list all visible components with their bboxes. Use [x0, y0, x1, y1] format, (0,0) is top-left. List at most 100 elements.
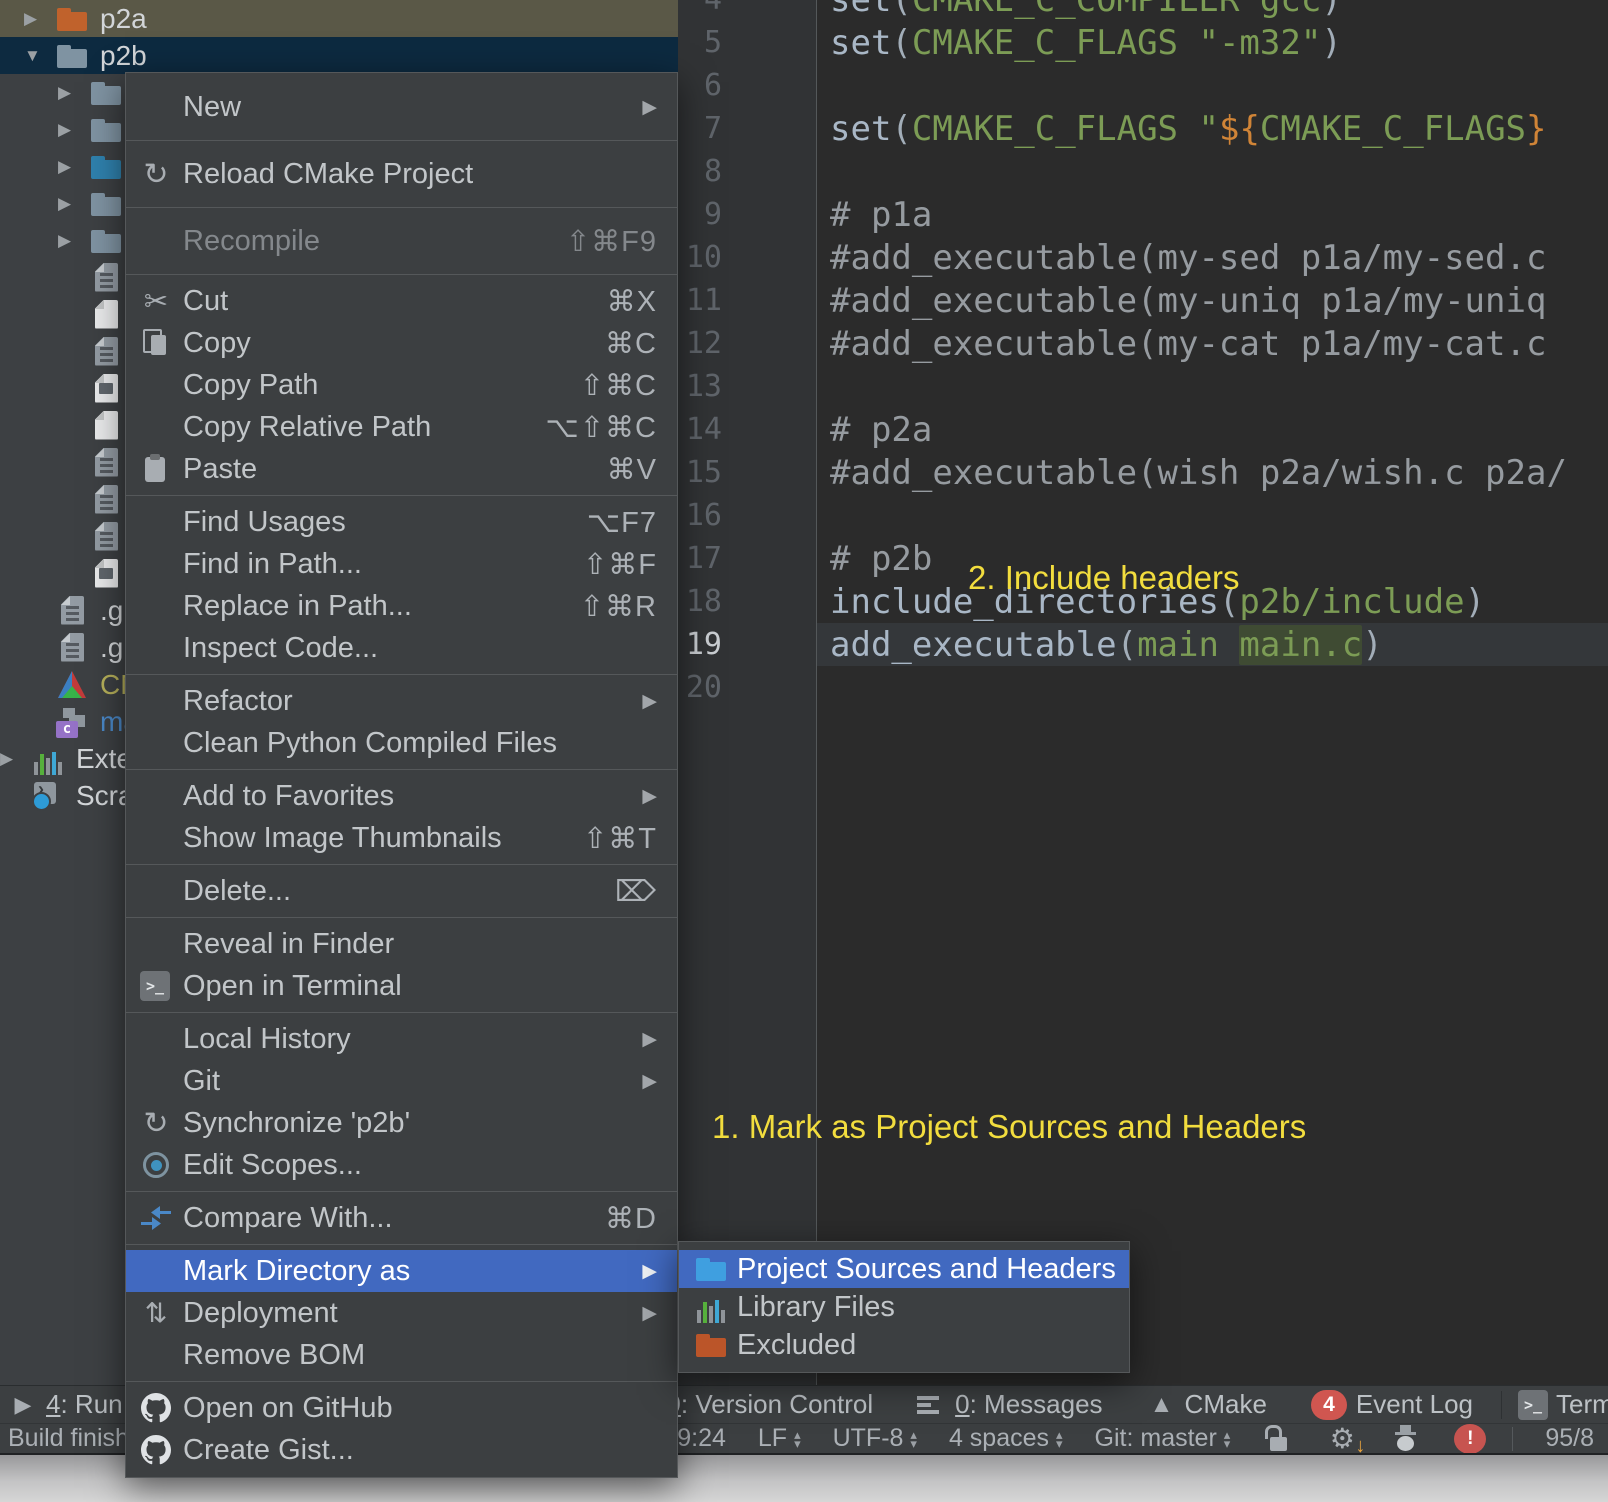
menu-item-replace-in-path[interactable]: Replace in Path...⇧⌘R [126, 585, 677, 627]
tool-window-messages[interactable]: 0: Messages [917, 1389, 1102, 1420]
tool-window-event-log[interactable]: 4Event Log [1311, 1389, 1473, 1420]
line-number: 8 [678, 154, 722, 189]
indent-select[interactable]: 4 spaces ▴▾ [949, 1424, 1063, 1453]
code-text: set(CMAKE_C_COMPILER gcc) [830, 0, 1342, 20]
status-error-circle[interactable]: ! [1454, 1424, 1486, 1454]
status-hector[interactable] [1390, 1424, 1422, 1454]
tool-window-terminal[interactable]: >_Term [1518, 1389, 1608, 1420]
collapse-arrow-icon[interactable]: ▼ [24, 46, 56, 66]
menu-item-clean-python-compiled-files[interactable]: Clean Python Compiled Files [126, 722, 677, 764]
code-line-19[interactable]: 19add_executable(main main.c) [678, 623, 1608, 666]
code-line-9[interactable]: 9# p1a [678, 193, 1608, 236]
menu-item-recompile: Recompile⇧⌘F9 [126, 213, 677, 269]
menu-separator [126, 864, 677, 865]
menu-item-git[interactable]: Git▶ [126, 1060, 677, 1102]
menu-item-show-image-thumbnails[interactable]: Show Image Thumbnails⇧⌘T [126, 817, 677, 859]
tool-window-label: Term [1556, 1389, 1608, 1420]
encoding-select[interactable]: UTF-8▴▾ [833, 1424, 917, 1453]
menu-item-create-gist[interactable]: Create Gist... [126, 1429, 677, 1471]
cmake-monochrome-icon: ▲ [1147, 1390, 1177, 1420]
tree-row-p2b[interactable]: ▼p2b [0, 37, 678, 74]
tool-window-run[interactable]: ▶4: Run [8, 1389, 123, 1420]
menu-item-delete[interactable]: Delete...⌦ [126, 870, 677, 912]
expand-arrow-icon[interactable]: ▶ [0, 749, 32, 769]
menu-item-shortcut: ⌥F7 [587, 505, 657, 540]
line-separator-select[interactable]: LF▴▾ [758, 1424, 801, 1453]
code-line-15[interactable]: 15#add_executable(wish p2a/wish.c p2a/ [678, 451, 1608, 494]
menu-item-reload-cmake-project[interactable]: ↻Reload CMake Project [126, 146, 677, 202]
menu-item-add-to-favorites[interactable]: Add to Favorites▶ [126, 775, 677, 817]
expand-arrow-icon[interactable]: ▶ [58, 120, 90, 140]
menu-item-cut[interactable]: ✂Cut⌘X [126, 280, 677, 322]
line-number: 9 [678, 197, 722, 232]
code-line-14[interactable]: 14# p2a [678, 408, 1608, 451]
menu-item-open-on-github[interactable]: Open on GitHub [126, 1387, 677, 1429]
menu-item-remove-bom[interactable]: Remove BOM [126, 1334, 677, 1376]
code-line-7[interactable]: 7set(CMAKE_C_FLAGS "${CMAKE_C_FLAGS} [678, 107, 1608, 150]
menu-item-reveal-in-finder[interactable]: Reveal in Finder [126, 923, 677, 965]
submenu-item-project-sources-and-headers[interactable]: Project Sources and Headers [679, 1250, 1129, 1288]
code-line-4[interactable]: 4set(CMAKE_C_COMPILER gcc) [678, 0, 1608, 21]
tool-window-cmake[interactable]: ▲CMake [1147, 1389, 1267, 1420]
expand-arrow-icon[interactable]: ▶ [58, 194, 90, 214]
file-text-icon [56, 632, 88, 664]
git-branch-select[interactable]: Git: master▴▾ [1095, 1424, 1231, 1453]
menu-item-compare-with[interactable]: Compare With...⌘D [126, 1197, 677, 1239]
menu-item-label: Deployment [183, 1297, 338, 1330]
status-lock-unlocked[interactable] [1262, 1424, 1294, 1454]
menu-item-inspect-code[interactable]: Inspect Code... [126, 627, 677, 669]
code-line-10[interactable]: 10#add_executable(my-sed p1a/my-sed.c [678, 236, 1608, 279]
menu-item-label: Paste [183, 453, 257, 486]
menu-item-mark-directory-as[interactable]: Mark Directory as▶ [126, 1250, 677, 1292]
menu-item-paste[interactable]: Paste⌘V [126, 448, 677, 490]
line-number: 19 [678, 627, 722, 662]
code-line-20[interactable]: 20 [678, 666, 1608, 709]
github-icon [140, 1392, 172, 1424]
status-gear-update[interactable]: ⚙↓ [1326, 1424, 1358, 1454]
line-number: 5 [678, 25, 722, 60]
line-number: 17 [678, 541, 722, 576]
menu-item-local-history[interactable]: Local History▶ [126, 1018, 677, 1060]
cmake-logo-icon [56, 669, 88, 701]
submenu-item-library-files[interactable]: Library Files [679, 1288, 1129, 1326]
memory-indicator[interactable]: 95/8 [1545, 1424, 1594, 1453]
expand-arrow-icon[interactable]: ▶ [58, 231, 90, 251]
code-line-5[interactable]: 5set(CMAKE_C_FLAGS "-m32") [678, 21, 1608, 64]
submenu-item-excluded[interactable]: Excluded [679, 1326, 1129, 1364]
toolbar-divider [1501, 1391, 1502, 1419]
code-line-11[interactable]: 11#add_executable(my-uniq p1a/my-uniq [678, 279, 1608, 322]
code-line-13[interactable]: 13 [678, 365, 1608, 408]
code-editor[interactable]: 4set(CMAKE_C_COMPILER gcc)5set(CMAKE_C_F… [678, 0, 1608, 1385]
menu-item-label: Copy [183, 327, 251, 360]
menu-item-label: Add to Favorites [183, 780, 394, 813]
annotation-include-headers: 2. Include headers [968, 559, 1240, 597]
menu-item-find-in-path[interactable]: Find in Path...⇧⌘F [126, 543, 677, 585]
expand-arrow-icon[interactable]: ▶ [24, 9, 56, 29]
status-select-label: LF [758, 1424, 787, 1453]
menu-item-label: Find Usages [183, 506, 346, 539]
line-number: 10 [678, 240, 722, 275]
chevron-updown-icon: ▴▾ [1056, 1430, 1063, 1448]
menu-item-copy-path[interactable]: Copy Path⇧⌘C [126, 364, 677, 406]
menu-item-copy[interactable]: Copy⌘C [126, 322, 677, 364]
menu-item-new[interactable]: New▶ [126, 79, 677, 135]
menu-item-find-usages[interactable]: Find Usages ⌥F7 [126, 501, 677, 543]
status-select-label: Git: master [1095, 1424, 1217, 1453]
menu-item-label: Reload CMake Project [183, 158, 473, 191]
code-line-6[interactable]: 6 [678, 64, 1608, 107]
menu-item-open-in-terminal[interactable]: >_Open in Terminal [126, 965, 677, 1007]
status-select-label: 4 spaces [949, 1424, 1049, 1453]
menu-item-refactor[interactable]: Refactor▶ [126, 680, 677, 722]
code-line-12[interactable]: 12#add_executable(my-cat p1a/my-cat.c [678, 322, 1608, 365]
context-menu: New▶ ↻Reload CMake Project Recompile⇧⌘F9 ✂C… [125, 72, 678, 1478]
code-line-16[interactable]: 16 [678, 494, 1608, 537]
menu-item-edit-scopes[interactable]: Edit Scopes... [126, 1144, 677, 1186]
expand-arrow-icon[interactable]: ▶ [58, 83, 90, 103]
menu-item-label: Refactor [183, 685, 293, 718]
tree-row-p2a[interactable]: ▶p2a [0, 0, 678, 37]
expand-arrow-icon[interactable]: ▶ [58, 157, 90, 177]
menu-item-deployment[interactable]: ⇅Deployment▶ [126, 1292, 677, 1334]
code-line-8[interactable]: 8 [678, 150, 1608, 193]
menu-item-synchronize-p2b[interactable]: ↻Synchronize 'p2b' [126, 1102, 677, 1144]
menu-item-copy-relative-path[interactable]: Copy Relative Path⌥⇧⌘C [126, 406, 677, 448]
